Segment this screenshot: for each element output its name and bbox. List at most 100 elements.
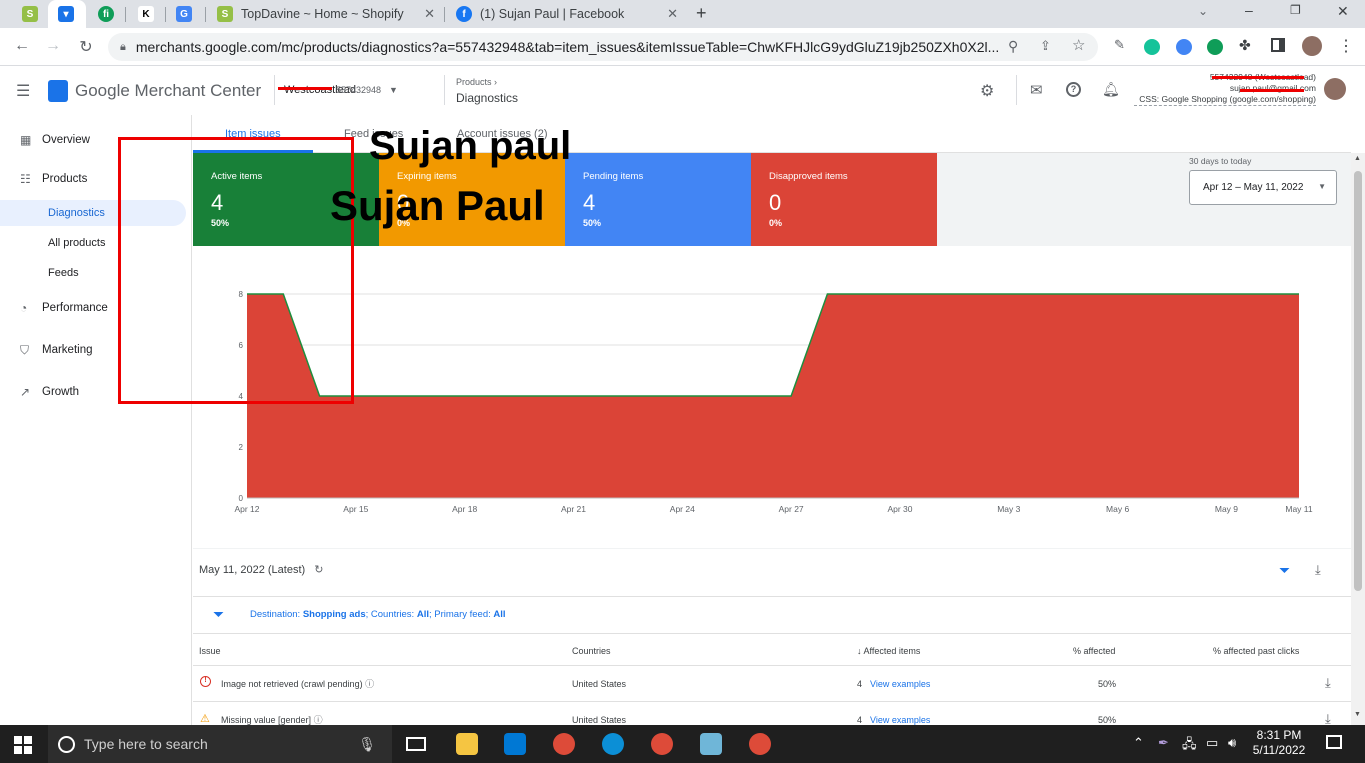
card-pending-items[interactable]: Pending items 4 50% <box>565 153 751 246</box>
clock[interactable]: 8:31 PM 5/11/2022 <box>1250 728 1308 758</box>
column-header-issue[interactable]: Issue <box>199 646 221 656</box>
tab-item-issues[interactable]: Item issues <box>225 128 281 140</box>
merchant-center-logo <box>48 80 68 102</box>
tab-k[interactable]: K <box>128 0 162 28</box>
error-icon: ! <box>200 676 211 687</box>
zoom-icon[interactable]: ⚲ <box>1008 38 1018 55</box>
affected-count: 4 <box>857 715 863 725</box>
filter-icon[interactable]: ⏷ <box>1279 562 1290 579</box>
tab-title: (1) Sujan Paul | Facebook <box>480 7 625 21</box>
eyedropper-icon[interactable]: ✎ <box>1114 37 1125 53</box>
annotation-text: Sujan paul <box>369 124 572 168</box>
tab-shopify-pinned[interactable]: S <box>12 0 42 28</box>
scrollbar-thumb[interactable] <box>1354 171 1362 591</box>
tab-search-icon[interactable]: ⌄ <box>1198 4 1208 18</box>
tab-translate[interactable]: G <box>166 0 202 28</box>
items-over-time-chart: 0 2 4 6 8 Apr 12 Apr 15 Apr 18 Apr 21 Apr 24 Apr 2… <box>234 290 1313 514</box>
restore-icon[interactable]: ❐ <box>1290 3 1301 17</box>
puzzle-icon[interactable]: ✤ <box>1239 37 1251 54</box>
chrome-icon[interactable] <box>553 733 575 755</box>
windows-start-icon[interactable] <box>14 736 32 754</box>
sidebar-item-feeds[interactable]: Feeds <box>0 260 79 286</box>
avatar[interactable] <box>1324 78 1346 100</box>
address-bar[interactable]: 🔒︎ merchants.google.com/mc/products/diag… <box>108 33 1098 61</box>
back-icon[interactable]: ← <box>12 37 32 55</box>
volume-icon[interactable]: 🔊︎ <box>1228 735 1236 751</box>
x-tick-label: May 11 <box>1285 504 1313 514</box>
mail-icon[interactable]: ✉ <box>1030 81 1043 99</box>
tab-facebook[interactable]: f (1) Sujan Paul | Facebook ✕ <box>446 0 686 28</box>
close-icon[interactable]: ✕ <box>667 6 678 22</box>
settings-icon[interactable]: ⚙ <box>980 81 994 101</box>
tab-shopify-home[interactable]: S TopDavine ~ Home ~ Shopify ✕ <box>207 0 443 28</box>
extension-icon[interactable] <box>1176 39 1192 55</box>
pen-icon[interactable]: ✒ <box>1158 735 1169 751</box>
notification-center-icon[interactable] <box>1326 735 1342 749</box>
menu-icon[interactable]: ⋮ <box>1338 36 1354 56</box>
view-examples-link[interactable]: View examples <box>870 679 930 689</box>
table-row[interactable]: ⚠ Missing value [gender] ⓘ United States… <box>193 701 1351 725</box>
sidebar-item-all-products[interactable]: All products <box>0 230 105 256</box>
filter-summary[interactable]: Destination: Shopping ads; Countries: Al… <box>250 609 506 620</box>
bookmark-star-icon[interactable]: ☆ <box>1072 36 1085 54</box>
help-icon[interactable]: ⓘ <box>365 679 374 689</box>
tray-chevron-icon[interactable]: ⌃ <box>1133 735 1144 751</box>
date-range-picker[interactable]: Apr 12 – May 11, 2022 ▼ <box>1189 170 1337 205</box>
view-examples-link[interactable]: View examples <box>870 715 930 725</box>
download-icon[interactable]: ⤓ <box>1315 562 1321 578</box>
merchant-center-icon: ▾ <box>58 6 74 22</box>
taskbar-search-box[interactable]: Type here to search 🎙︎ <box>48 725 392 763</box>
edge-icon[interactable] <box>602 733 624 755</box>
column-header-affected-items[interactable]: ↓ Affected items <box>857 646 920 656</box>
lock-icon: 🔒︎ <box>120 40 126 53</box>
column-header-pct-past-clicks[interactable]: % affected past clicks <box>1213 646 1299 656</box>
k-icon: K <box>138 6 154 22</box>
account-id: 557432948 <box>335 85 382 95</box>
grammarly-icon[interactable] <box>1144 39 1160 55</box>
breadcrumb[interactable]: Products › <box>456 77 497 87</box>
account-switcher[interactable]: Westcoastlead 557432948 ▼ <box>277 84 398 96</box>
card-disapproved-items[interactable]: Disapproved items 0 0% <box>751 153 937 246</box>
reload-icon[interactable]: ↻ <box>76 37 96 57</box>
forward-icon[interactable]: → <box>43 37 63 55</box>
battery-icon[interactable]: ▭ <box>1206 735 1218 751</box>
tab-merchant-center[interactable]: ▾ <box>48 0 86 28</box>
new-tab-icon[interactable]: + <box>696 3 707 24</box>
help-icon[interactable]: ⓘ <box>314 715 323 725</box>
minimize-icon[interactable]: – <box>1245 2 1253 18</box>
extension-icon[interactable] <box>1207 39 1223 55</box>
refresh-icon[interactable]: ↻ <box>314 564 323 576</box>
app-icon[interactable] <box>700 733 722 755</box>
store-icon[interactable] <box>504 733 526 755</box>
sidebar-item-diagnostics[interactable]: Diagnostics <box>0 200 186 226</box>
help-icon[interactable]: ? <box>1066 82 1081 97</box>
download-icon[interactable]: ⤓ <box>1325 675 1331 691</box>
chrome-profile-icon[interactable] <box>651 733 673 755</box>
close-icon[interactable]: ✕ <box>424 6 435 22</box>
network-icon[interactable]: 🖧︎ <box>1182 735 1197 757</box>
microphone-icon[interactable]: 🎙︎ <box>358 736 376 753</box>
table-row[interactable]: ! Image not retrieved (crawl pending) ⓘ … <box>193 665 1351 701</box>
facebook-icon: f <box>456 6 472 22</box>
chrome-profile-icon[interactable] <box>749 733 771 755</box>
side-panel-icon[interactable] <box>1271 38 1285 52</box>
column-header-countries[interactable]: Countries <box>572 646 611 656</box>
column-header-pct-affected[interactable]: % affected <box>1073 646 1115 656</box>
notifications-icon[interactable]: 🔔︎ <box>1102 81 1120 98</box>
file-explorer-icon[interactable] <box>456 733 478 755</box>
scroll-up-icon[interactable]: ▲ <box>1354 155 1361 162</box>
hamburger-icon[interactable]: ☰ <box>16 81 30 101</box>
issue-country: United States <box>572 715 627 725</box>
scroll-down-icon[interactable]: ▼ <box>1354 711 1361 718</box>
page-scrollbar[interactable]: ▲ ▼ <box>1351 153 1365 725</box>
close-window-icon[interactable]: ✕ <box>1337 3 1349 20</box>
share-icon[interactable]: ⇪ <box>1040 38 1051 54</box>
tab-fi[interactable]: fi <box>88 0 122 28</box>
task-view-icon[interactable] <box>406 737 426 751</box>
avatar[interactable] <box>1302 36 1322 56</box>
x-tick-label: Apr 24 <box>670 504 695 514</box>
filter-icon[interactable]: ⏷ <box>213 606 224 623</box>
app-header: ☰ Google Merchant Center Westcoastlead 5… <box>0 67 1365 115</box>
download-icon[interactable]: ⤓ <box>1325 711 1331 725</box>
issue-tabs: Item issues Feed issues Account issues (… <box>193 115 1351 153</box>
